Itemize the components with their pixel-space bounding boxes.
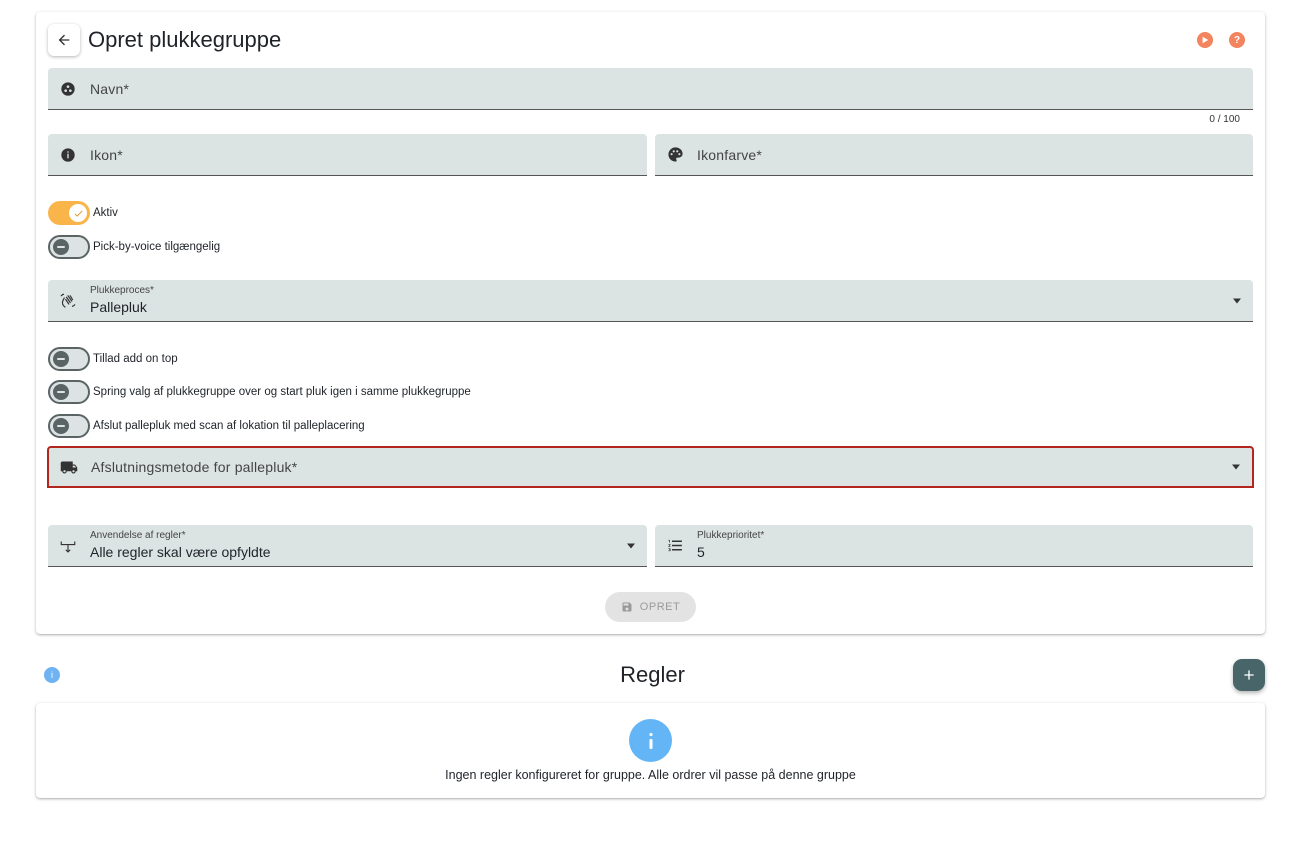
minus-icon	[53, 351, 69, 367]
save-icon	[622, 602, 632, 612]
create-button-label: OPRET	[639, 601, 681, 613]
icon-field-label: Ikon*	[90, 146, 123, 163]
toggle-active-row: Aktiv	[48, 200, 118, 226]
pick-process-value: Pallepluk	[90, 299, 147, 315]
skip-selection-switch[interactable]	[48, 380, 90, 404]
truck-icon	[60, 458, 78, 476]
numbered-list-icon	[666, 537, 684, 555]
toggle-add-on-top-row: Tillad add on top	[48, 346, 178, 372]
rules-empty-card: Ingen regler konfigureret for gruppe. Al…	[36, 703, 1265, 798]
arrow-left-icon	[58, 34, 70, 46]
rule-usage-value: Alle regler skal være opfyldte	[90, 544, 271, 560]
icon-field[interactable]: Ikon*	[48, 134, 647, 176]
info-icon	[629, 719, 672, 762]
minus-icon	[53, 239, 69, 255]
finish-scan-switch[interactable]	[48, 414, 90, 438]
create-pick-group-card: Opret plukkegruppe ? Navn* 0 / 100 Ikon*	[36, 12, 1265, 634]
priority-label: Plukkeprioritet*	[697, 530, 765, 541]
icon-color-field[interactable]: Ikonfarve*	[655, 134, 1253, 176]
skip-selection-label: Spring valg af plukkegruppe over og star…	[93, 386, 471, 398]
check-icon	[69, 204, 87, 222]
back-button[interactable]	[48, 24, 80, 56]
caret-down-icon	[1232, 464, 1240, 470]
icon-color-field-label: Ikonfarve*	[697, 146, 763, 163]
info-icon	[59, 146, 77, 164]
play-icon	[1202, 36, 1209, 44]
question-icon: ?	[1233, 34, 1241, 46]
merge-arrow-icon	[59, 537, 77, 555]
caret-down-icon	[1233, 298, 1241, 303]
pick-process-label: Plukkeproces*	[90, 285, 154, 296]
add-rule-button[interactable]	[1233, 659, 1265, 691]
caret-down-icon	[627, 543, 635, 548]
play-video-button[interactable]	[1197, 32, 1213, 48]
name-field[interactable]: Navn*	[48, 68, 1253, 110]
toggle-pick-by-voice-row: Pick-by-voice tilgængelig	[48, 234, 220, 260]
palette-icon	[666, 146, 684, 164]
active-switch[interactable]	[48, 201, 90, 225]
rule-usage-select[interactable]: Anvendelse af regler* Alle regler skal v…	[48, 525, 647, 567]
finish-scan-label: Afslut pallepluk med scan af lokation ti…	[93, 420, 365, 432]
minus-icon	[53, 418, 69, 434]
finish-method-label: Afslutningsmetode for pallepluk*	[91, 459, 298, 475]
rules-empty-message: Ingen regler konfigureret for gruppe. Al…	[445, 768, 856, 782]
hand-wave-icon	[59, 292, 77, 310]
add-on-top-switch[interactable]	[48, 347, 90, 371]
name-field-label: Navn*	[90, 80, 130, 97]
page-title: Opret plukkegruppe	[88, 27, 282, 52]
rules-title: Regler	[620, 662, 685, 687]
rule-usage-label: Anvendelse af regler*	[90, 530, 186, 541]
create-button[interactable]: OPRET	[605, 592, 696, 622]
finish-method-select[interactable]: Afslutningsmetode for pallepluk*	[47, 446, 1254, 488]
add-on-top-label: Tillad add on top	[93, 353, 178, 365]
pick-by-voice-switch[interactable]	[48, 235, 90, 259]
name-char-counter: 0 / 100	[1209, 114, 1240, 125]
toggle-skip-selection-row: Spring valg af plukkegruppe over og star…	[48, 379, 471, 405]
priority-field[interactable]: Plukkeprioritet* 5	[655, 525, 1253, 567]
pick-process-select[interactable]: Plukkeproces* Pallepluk	[48, 280, 1253, 322]
pick-by-voice-label: Pick-by-voice tilgængelig	[93, 241, 221, 253]
priority-value: 5	[697, 544, 705, 560]
help-button[interactable]: ?	[1229, 32, 1245, 48]
plus-icon	[1244, 670, 1254, 680]
active-label: Aktiv	[93, 207, 118, 219]
group-icon	[59, 80, 77, 98]
minus-icon	[53, 384, 69, 400]
toggle-finish-scan-row: Afslut pallepluk med scan af lokation ti…	[48, 413, 365, 439]
